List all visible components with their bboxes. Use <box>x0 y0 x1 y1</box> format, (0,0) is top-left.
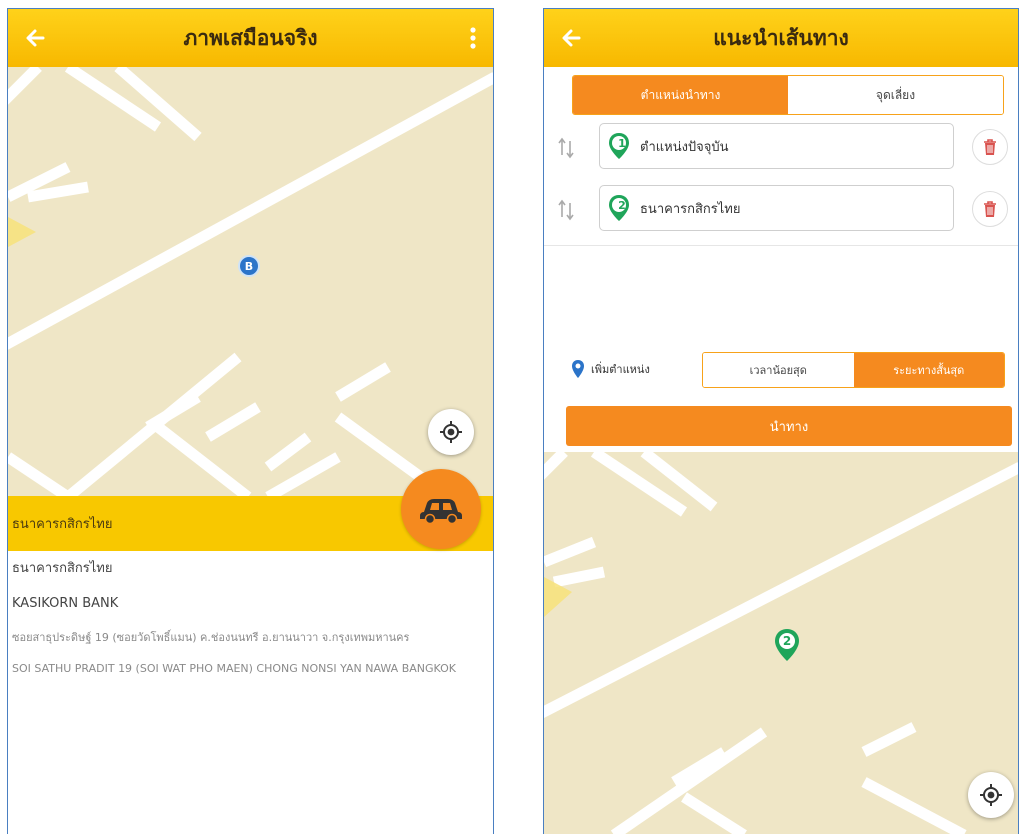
stop-label-2: ธนาคารกสิกรไทย <box>640 201 741 217</box>
address-thai: ซอยสาธุประดิษฐ์ 19 (ซอยวัดโพธิ์แมน) ค.ช่… <box>12 631 410 644</box>
navigate-label: นำทาง <box>769 419 809 435</box>
more-vertical-icon[interactable] <box>459 21 487 55</box>
map-marker-b[interactable]: B <box>238 255 260 277</box>
place-title: ธนาคารกสิกรไทย <box>12 517 113 532</box>
place-detail-screen: ภาพเสมือนจริง B ธนาคารกสิกรไทย ธนาคารกสิ… <box>7 8 494 834</box>
reorder-icon[interactable] <box>557 199 575 221</box>
stop-row-2: 2 ธนาคารกสิกรไทย <box>544 185 1018 235</box>
route-planner-screen: แนะนำเส้นทาง ตำแหน่งนำทาง จุดเลี่ยง 1 ตำ… <box>543 8 1019 834</box>
place-name-thai: ธนาคารกสิกรไทย <box>12 561 113 576</box>
map-view[interactable]: B <box>8 67 493 497</box>
location-pin-icon <box>572 360 584 378</box>
divider <box>544 245 1018 246</box>
trash-icon <box>984 139 996 155</box>
route-mode-toggle: เวลาน้อยสุด ระยะทางสั้นสุด <box>702 352 1005 388</box>
locate-icon[interactable] <box>968 772 1014 818</box>
stop-row-1: 1 ตำแหน่งปัจจุบัน <box>544 123 1018 173</box>
route-tabs: ตำแหน่งนำทาง จุดเลี่ยง <box>572 75 1004 115</box>
mode-fastest[interactable]: เวลาน้อยสุด <box>703 353 854 387</box>
tab-waypoints[interactable]: ตำแหน่งนำทาง <box>573 76 788 114</box>
map-marker-2[interactable]: 2 <box>774 628 800 666</box>
map-view[interactable]: 2 <box>544 452 1018 834</box>
add-location-label: เพิ่มตำแหน่ง <box>591 363 650 376</box>
stop-input-1[interactable]: 1 ตำแหน่งปัจจุบัน <box>599 123 954 169</box>
app-bar: ภาพเสมือนจริง <box>8 9 493 67</box>
page-title: ภาพเสมือนจริง <box>183 25 318 50</box>
locate-icon[interactable] <box>428 409 474 455</box>
address-english: SOI SATHU PRADIT 19 (SOI WAT PHO MAEN) C… <box>12 662 457 675</box>
stop-input-2[interactable]: 2 ธนาคารกสิกรไทย <box>599 185 954 231</box>
trash-icon <box>984 201 996 217</box>
place-name-english: KASIKORN BANK <box>12 596 119 611</box>
back-arrow-icon[interactable] <box>18 21 52 55</box>
back-arrow-icon[interactable] <box>554 21 588 55</box>
app-bar: แนะนำเส้นทาง <box>544 9 1018 67</box>
reorder-icon[interactable] <box>557 137 575 159</box>
tab-avoid-points[interactable]: จุดเลี่ยง <box>788 76 1003 114</box>
stop-number-1: 1 <box>618 137 626 150</box>
car-icon <box>420 499 462 524</box>
stop-label-1: ตำแหน่งปัจจุบัน <box>640 139 729 155</box>
page-title: แนะนำเส้นทาง <box>713 25 849 50</box>
place-details: ธนาคารกสิกรไทย KASIKORN BANK ซอยสาธุประด… <box>12 557 473 691</box>
navigate-button[interactable]: นำทาง <box>566 406 1012 446</box>
car-route-button[interactable] <box>401 469 481 549</box>
add-location-button[interactable]: เพิ่มตำแหน่ง <box>571 359 650 379</box>
delete-stop-2-button[interactable] <box>972 191 1008 227</box>
delete-stop-1-button[interactable] <box>972 129 1008 165</box>
mode-shortest[interactable]: ระยะทางสั้นสุด <box>853 353 1004 387</box>
stop-number-2: 2 <box>618 199 626 212</box>
